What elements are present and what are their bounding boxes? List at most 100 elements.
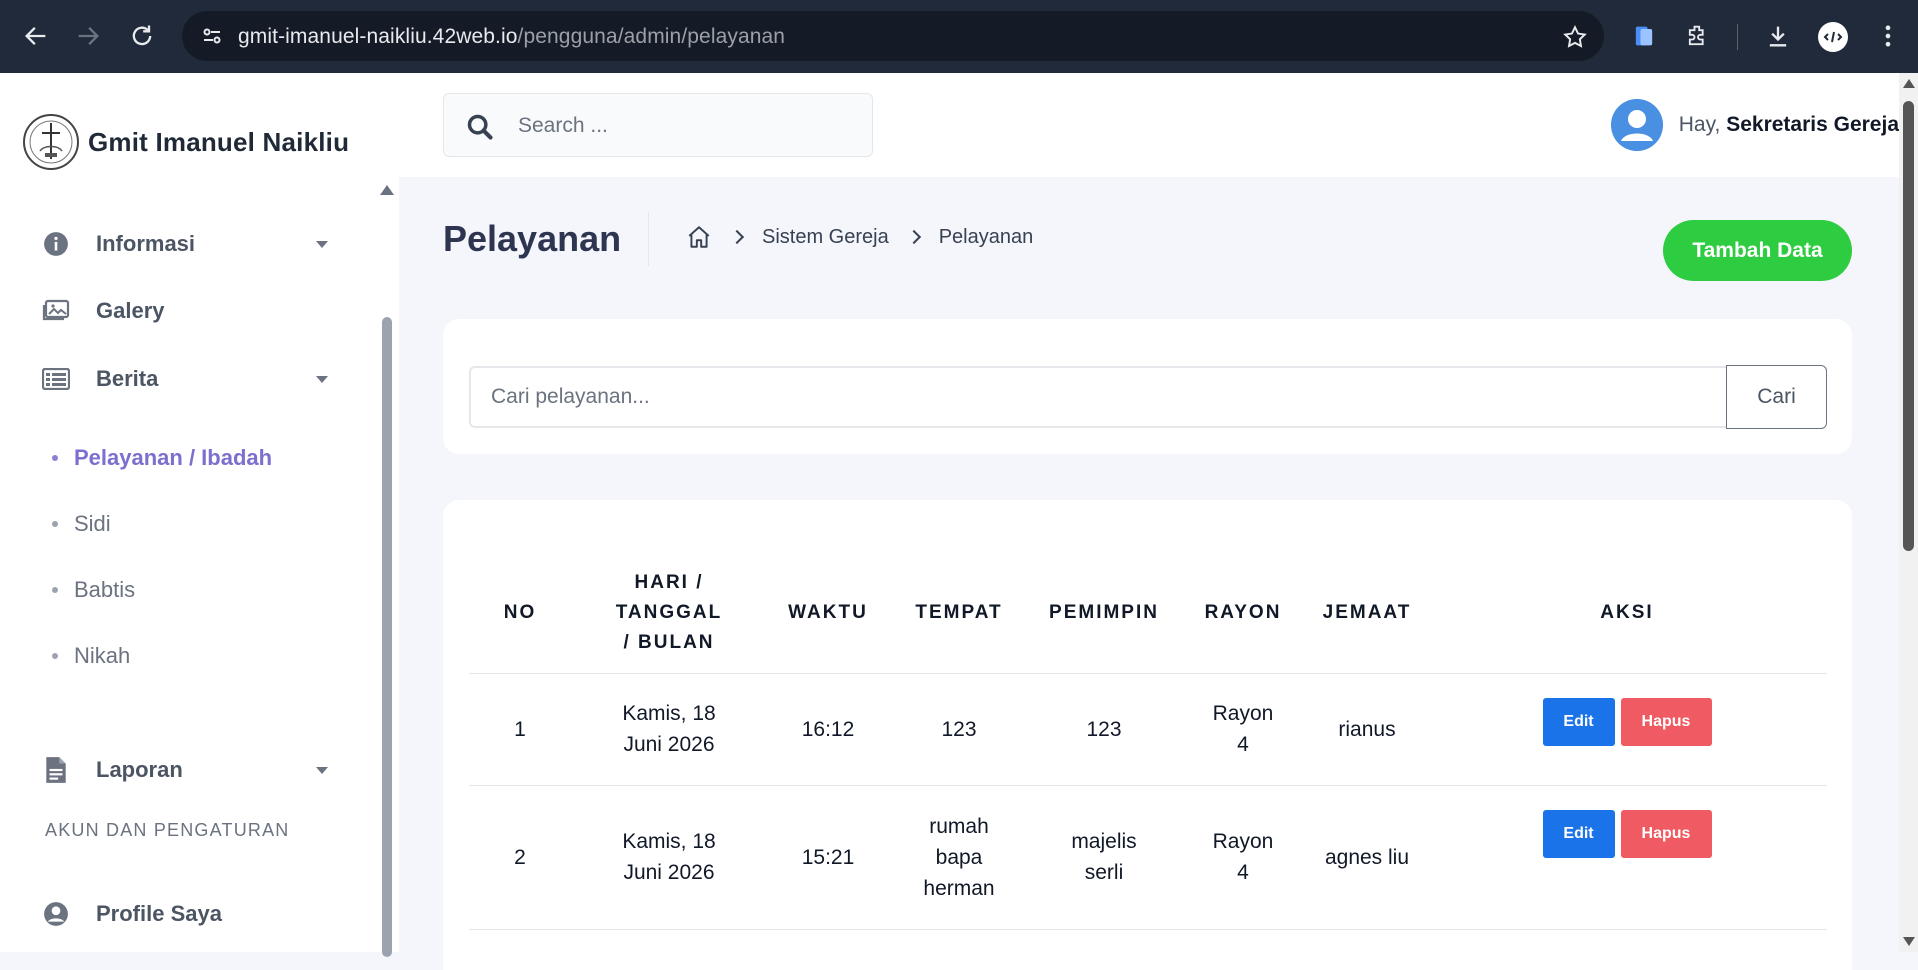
cell-actions: Edit Hapus bbox=[1427, 673, 1827, 786]
forward-arrow-icon[interactable] bbox=[74, 22, 102, 50]
bullet-dot-icon bbox=[52, 587, 58, 593]
cell-date-line: Juni 2026 bbox=[623, 861, 715, 884]
table-row: 1 Kamis, 18 Juni 2026 16:12 123 123 Rayon… bbox=[469, 673, 1827, 786]
church-logo-icon bbox=[23, 114, 79, 170]
greeting-text: Hay, bbox=[1678, 113, 1721, 136]
document-icon bbox=[42, 756, 70, 784]
chevron-down-icon bbox=[316, 241, 328, 248]
bookmark-star-icon[interactable] bbox=[1562, 24, 1588, 50]
url-text: gmit-imanuel-naikliu.42web.io/pengguna/a… bbox=[238, 25, 785, 49]
col-header-leader: PEMIMPIN bbox=[1029, 554, 1179, 674]
user-circle-icon bbox=[42, 900, 70, 928]
cell-rayon-line: Rayon bbox=[1212, 830, 1274, 853]
news-icon bbox=[42, 365, 70, 393]
cell-date-line: Kamis, 18 bbox=[622, 830, 716, 853]
profile-avatar-icon[interactable] bbox=[1818, 22, 1848, 52]
back-arrow-icon[interactable] bbox=[22, 22, 50, 50]
breadcrumb-item[interactable]: Sistem Gereja bbox=[762, 226, 889, 249]
scroll-up-icon[interactable] bbox=[1903, 79, 1915, 88]
reload-icon[interactable] bbox=[128, 22, 156, 50]
cell-leader-line: serli bbox=[1084, 861, 1124, 884]
cell-actions: Edit Hapus bbox=[1427, 785, 1827, 930]
table-header-row: NO HARI / TANGGAL / BULAN WAKTU TEMPAT PEM… bbox=[469, 554, 1827, 674]
sidebar-item-berita[interactable]: Berita bbox=[42, 359, 332, 399]
cell-date-line: Kamis, 18 bbox=[622, 702, 716, 725]
col-header-no: NO bbox=[469, 554, 571, 674]
sidebar-item-profile[interactable]: Profile Saya bbox=[42, 894, 332, 934]
cell-date-line: Juni 2026 bbox=[623, 733, 715, 756]
extensions-icon[interactable] bbox=[1684, 22, 1712, 50]
search-input[interactable] bbox=[518, 106, 848, 146]
user-menu[interactable]: Hay, Sekretaris Gereja bbox=[1610, 99, 1899, 151]
gallery-icon bbox=[42, 297, 70, 325]
home-icon[interactable] bbox=[686, 224, 712, 250]
sidebar-subitem-label: Babtis bbox=[74, 577, 136, 602]
sidebar-subitem-sidi[interactable]: Sidi bbox=[52, 507, 111, 541]
sidebar-subitem-pelayanan-ibadah[interactable]: Pelayanan / Ibadah bbox=[52, 441, 272, 475]
bullet-dot-icon bbox=[52, 653, 58, 659]
col-header-member: JEMAAT bbox=[1307, 554, 1427, 674]
bullet-dot-icon bbox=[52, 521, 58, 527]
chevron-right-icon bbox=[729, 229, 745, 245]
col-header-action: AKSI bbox=[1427, 554, 1827, 674]
col-header-rayon: RAYON bbox=[1179, 554, 1307, 674]
more-menu-icon[interactable] bbox=[1874, 22, 1902, 50]
sidebar-item-galery[interactable]: Galery bbox=[42, 291, 332, 331]
global-search[interactable] bbox=[443, 93, 873, 157]
cell-leader-line: majelis bbox=[1071, 830, 1137, 853]
page-title: Pelayanan bbox=[443, 218, 622, 259]
col-header-time: WAKTU bbox=[767, 554, 889, 674]
filter-search-input[interactable] bbox=[469, 366, 1727, 428]
cell-rayon-line: Rayon bbox=[1212, 702, 1274, 725]
filter-search-button[interactable]: Cari bbox=[1726, 365, 1827, 429]
delete-button[interactable]: Hapus bbox=[1620, 697, 1712, 746]
user-greeting: Hay, Sekretaris Gereja bbox=[1679, 113, 1899, 137]
sidebar-item-label: Laporan bbox=[96, 757, 183, 782]
chevron-down-icon bbox=[316, 767, 328, 774]
browser-toolbar: gmit-imanuel-naikliu.42web.io/pengguna/a… bbox=[0, 0, 1918, 73]
sidebar-item-laporan[interactable]: Laporan bbox=[42, 750, 332, 790]
breadcrumb: Sistem Gereja Pelayanan bbox=[686, 224, 1033, 250]
cell-place-line: herman bbox=[923, 876, 995, 900]
col-header-date-line: HARI / bbox=[634, 572, 704, 594]
col-header-place: TEMPAT bbox=[889, 554, 1029, 674]
top-header: Hay, Sekretaris Gereja bbox=[399, 73, 1899, 177]
sidebar-item-label: Informasi bbox=[96, 231, 196, 256]
cell-member: agnes liu bbox=[1307, 785, 1427, 930]
sidebar-scrollbar[interactable] bbox=[382, 317, 392, 957]
download-icon[interactable] bbox=[1764, 22, 1792, 50]
avatar[interactable] bbox=[1610, 99, 1663, 151]
address-bar[interactable]: gmit-imanuel-naikliu.42web.io/pengguna/a… bbox=[182, 11, 1604, 61]
sidebar-subitem-babtis[interactable]: Babtis bbox=[52, 573, 135, 607]
cell-place-line: rumah bbox=[929, 814, 989, 838]
search-icon bbox=[467, 114, 493, 140]
table-row: 2 Kamis, 18 Juni 2026 15:21 rumah bapa herm… bbox=[469, 785, 1827, 930]
chevron-down-icon bbox=[316, 376, 328, 383]
scrollbar-thumb[interactable] bbox=[1903, 101, 1914, 551]
info-icon bbox=[42, 230, 70, 258]
sidebar: Gmit Imanuel Naikliu Informasi Galery Be… bbox=[0, 73, 399, 957]
page-scrollbar[interactable] bbox=[1899, 73, 1918, 952]
add-data-button[interactable]: Tambah Data bbox=[1663, 220, 1852, 281]
filter-card: Cari bbox=[443, 319, 1852, 454]
edit-button[interactable]: Edit bbox=[1542, 809, 1615, 858]
sidebar-item-label: Berita bbox=[96, 366, 159, 391]
cell-rayon-line: 4 bbox=[1237, 733, 1249, 756]
cell-place-line: bapa bbox=[935, 845, 983, 869]
sidebar-scroll-up-icon[interactable] bbox=[380, 185, 394, 195]
col-header-date: HARI / TANGGAL / BULAN bbox=[571, 554, 767, 674]
scroll-down-icon[interactable] bbox=[1903, 937, 1915, 946]
edit-button[interactable]: Edit bbox=[1542, 697, 1615, 746]
cell-date: Kamis, 18 Juni 2026 bbox=[571, 785, 767, 930]
user-name: Sekretaris Gereja bbox=[1726, 113, 1899, 136]
bullet-dot-icon bbox=[52, 455, 58, 461]
sidebar-item-informasi[interactable]: Informasi bbox=[42, 224, 332, 264]
reading-mode-icon[interactable] bbox=[1630, 22, 1658, 50]
delete-button[interactable]: Hapus bbox=[1620, 809, 1712, 858]
col-header-date-line: TANGGAL bbox=[615, 602, 723, 624]
brand[interactable]: Gmit Imanuel Naikliu bbox=[22, 103, 349, 181]
cell-no: 2 bbox=[469, 785, 571, 930]
sidebar-section-title: AKUN DAN PENGATURAN bbox=[45, 820, 290, 840]
sidebar-subitem-nikah[interactable]: Nikah bbox=[52, 639, 130, 673]
site-settings-icon[interactable] bbox=[200, 24, 224, 48]
